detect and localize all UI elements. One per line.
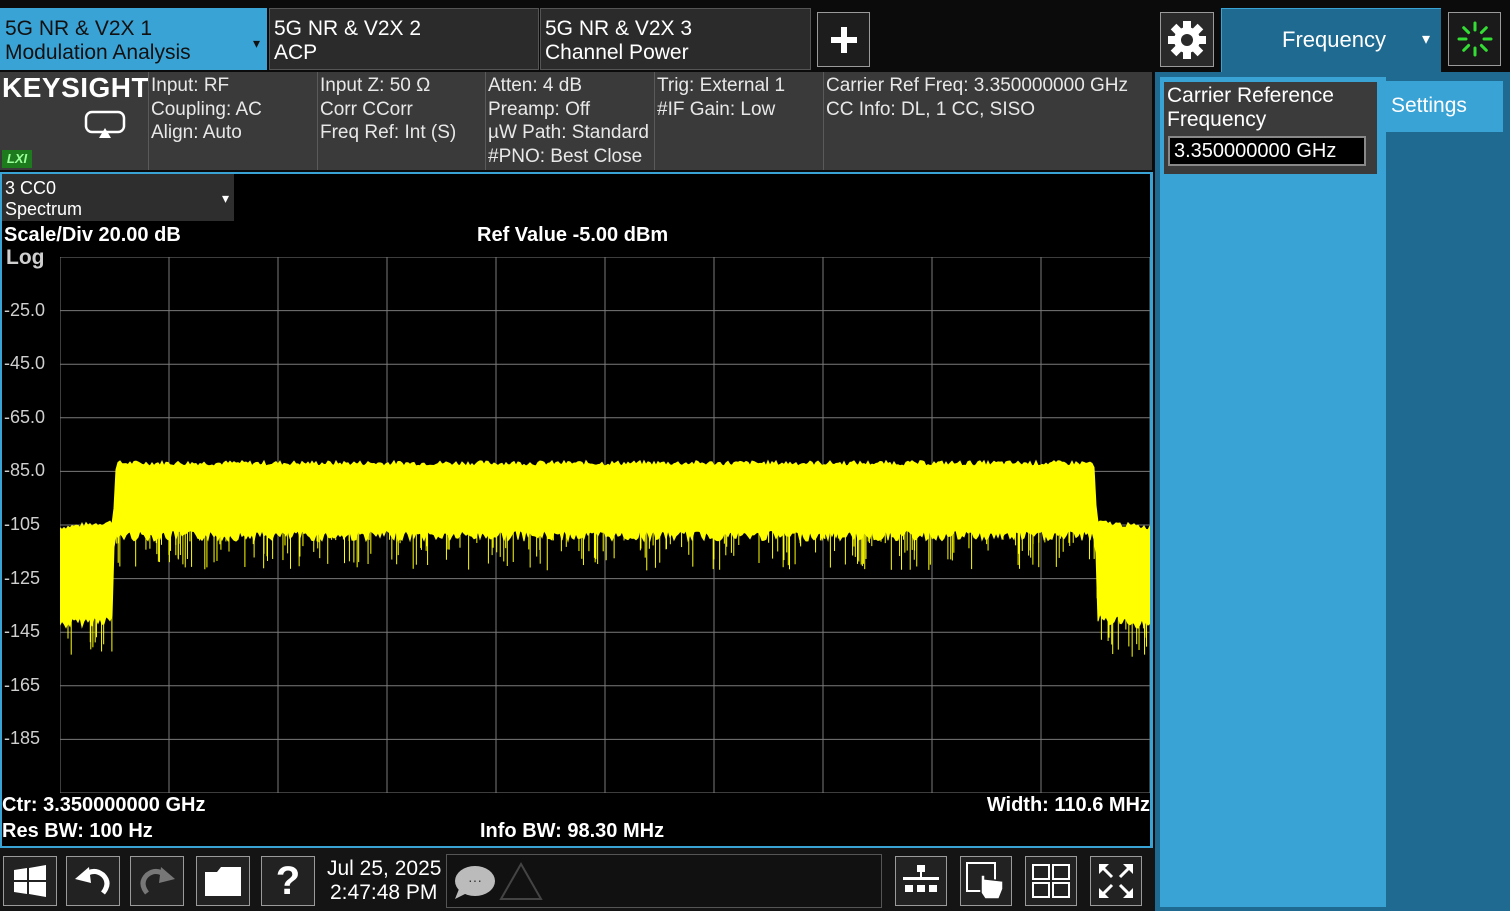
info-line: #IF Gain: Low [657, 98, 776, 120]
y-tick-label: -165 [4, 674, 41, 695]
tab-title: 5G NR & V2X 3 [545, 17, 693, 40]
window-selector[interactable]: 3 CC0 Spectrum ▾ [2, 174, 234, 221]
gear-icon [1168, 20, 1206, 59]
settings-tab[interactable]: Settings [1379, 81, 1503, 132]
y-tick-label: -85.0 [4, 460, 46, 481]
redo-icon [140, 867, 175, 895]
log-label: Log [6, 246, 45, 269]
date-label: Jul 25, 2025 [327, 857, 442, 880]
activity-indicator [1448, 12, 1501, 66]
grid-layout-icon [1032, 864, 1070, 898]
info-line: µW Path: Standard [488, 122, 649, 143]
atten-info[interactable]: Atten: 4 dB Preamp: Off µW Path: Standar… [485, 72, 654, 170]
tab-title: 5G NR & V2X 1 [5, 17, 153, 40]
add-screen-button[interactable] [817, 12, 870, 67]
menu-selector-frequency[interactable]: Frequency ▾ [1221, 8, 1441, 72]
expand-arrows-icon [1099, 864, 1133, 898]
info-line: Input: RF [151, 75, 230, 96]
tab-modulation-analysis[interactable]: 5G NR & V2X 1 Modulation Analysis ▾ [0, 8, 267, 70]
screenshot-button[interactable] [84, 110, 126, 140]
tab-channel-power[interactable]: 5G NR & V2X 3 Channel Power [540, 8, 811, 70]
chevron-down-icon: ▾ [221, 190, 229, 206]
time-label: 2:47:48 PM [330, 881, 438, 904]
span-width[interactable]: Width: 110.6 MHz [987, 794, 1150, 817]
help-button[interactable]: ? [261, 856, 315, 906]
warning-triangle-icon [499, 861, 543, 900]
window-layout-button[interactable] [1025, 856, 1077, 906]
chevron-down-icon: ▾ [252, 35, 260, 51]
tab-subtitle: Modulation Analysis [5, 41, 191, 64]
info-line: Input Z: 50 Ω [320, 75, 431, 96]
spectrum-window[interactable]: 3 CC0 Spectrum ▾ Scale/Div 20.00 dB Ref … [0, 172, 1153, 848]
trigger-info[interactable]: Trig: External 1 #IF Gain: Low [654, 72, 823, 170]
multi-screen-layout-button[interactable] [895, 856, 947, 906]
touch-select-button[interactable] [960, 856, 1012, 906]
message-bubble-icon: ··· [455, 866, 495, 899]
center-frequency[interactable]: Ctr: 3.350000000 GHz [2, 794, 205, 817]
scale-per-div[interactable]: Scale/Div 20.00 dB [4, 224, 181, 247]
ref-value[interactable]: Ref Value -5.00 dBm [477, 224, 668, 247]
carrier-ref-freq-box[interactable]: Carrier Reference Frequency 3.350000000 … [1164, 82, 1377, 174]
y-tick-label: -145 [4, 621, 41, 642]
undo-button[interactable] [66, 856, 120, 906]
undo-icon [75, 867, 110, 895]
status-info-bar: KEYSIGHT LXI Input: RF Coupling: AC Alig… [0, 72, 1152, 170]
info-line: Corr CCorr [320, 98, 413, 120]
carrier-ref-freq-input[interactable]: 3.350000000 GHz [1168, 136, 1366, 166]
settings-button[interactable] [1160, 12, 1214, 67]
window-number: 3 CC0 [5, 178, 57, 198]
info-line: Align: Auto [151, 122, 242, 143]
chevron-down-icon: ▾ [1422, 31, 1431, 48]
screen-cast-icon [84, 110, 126, 138]
y-tick-label: -65.0 [4, 406, 46, 427]
field-label: Carrier Reference Frequency [1167, 84, 1334, 131]
windows-icon [14, 865, 46, 897]
info-line: CC Info: DL, 1 CC, SISO [826, 98, 1036, 120]
info-line: Carrier Ref Freq: 3.350000000 GHz [826, 75, 1129, 96]
info-line: Coupling: AC [151, 98, 262, 120]
info-line: Trig: External 1 [657, 75, 786, 96]
plus-icon [830, 26, 857, 53]
res-bw[interactable]: Res BW: 100 Hz [2, 820, 153, 843]
maximize-window-button[interactable] [1090, 856, 1142, 906]
tab-title: 5G NR & V2X 2 [274, 17, 422, 40]
y-tick-label: -185 [4, 728, 41, 749]
y-tick-label: -125 [4, 567, 41, 588]
info-line: Preamp: Off [488, 98, 591, 120]
tab-subtitle: Channel Power [545, 41, 689, 64]
menu-label: Frequency [1282, 27, 1386, 52]
info-line: Freq Ref: Int (S) [320, 122, 457, 143]
info-bw[interactable]: Info BW: 98.30 MHz [480, 820, 664, 843]
input-z-info[interactable]: Input Z: 50 Ω Corr CCorr Freq Ref: Int (… [317, 72, 485, 170]
more-dots: ··· [468, 872, 482, 888]
info-line: Atten: 4 dB [488, 75, 583, 96]
redo-button[interactable] [130, 856, 184, 906]
softkey-panel: Carrier Reference Frequency 3.350000000 … [1155, 72, 1510, 911]
spinner-icon [1457, 21, 1492, 57]
y-tick-label: -105 [4, 514, 41, 534]
lxi-badge: LXI [2, 150, 32, 168]
message-area[interactable]: ··· [446, 854, 882, 908]
folder-icon [205, 867, 241, 896]
help-icon: ? [275, 858, 301, 903]
y-tick-label: -45.0 [4, 353, 46, 374]
touch-hand-icon [966, 862, 1004, 900]
file-button[interactable] [196, 856, 250, 906]
brand-logo: KEYSIGHT [2, 72, 150, 103]
settings-label: Settings [1391, 94, 1467, 117]
spectrum-plot[interactable] [60, 257, 1150, 793]
y-tick-label: -25.0 [4, 299, 46, 320]
window-view: Spectrum [5, 199, 83, 219]
carrier-ref-freq-softkey[interactable] [1160, 77, 1386, 907]
tab-subtitle: ACP [274, 41, 318, 64]
input-info[interactable]: Input: RF Coupling: AC Align: Auto [148, 72, 316, 170]
taskbar: ? Jul 25, 2025 2:47:48 PM ··· [0, 848, 1155, 911]
windows-start-button[interactable] [3, 856, 57, 906]
carrier-info[interactable]: Carrier Ref Freq: 3.350000000 GHz CC Inf… [823, 72, 1152, 170]
tab-acp[interactable]: 5G NR & V2X 2 ACP [269, 8, 539, 70]
layout-tree-icon [903, 865, 939, 892]
info-line: #PNO: Best Close [488, 145, 643, 167]
